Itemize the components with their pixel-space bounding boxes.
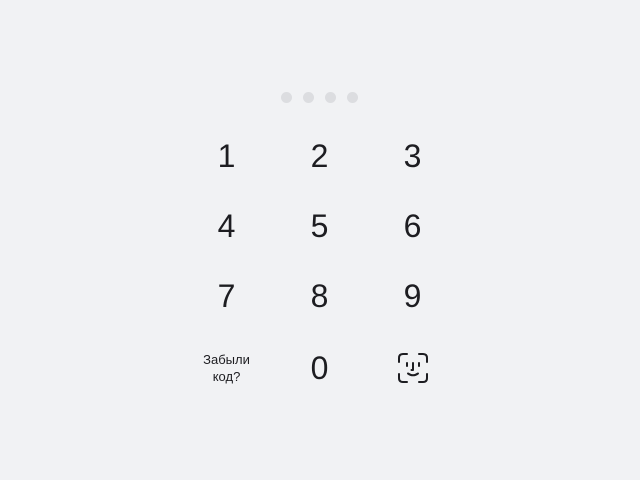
pin-dot — [303, 92, 314, 103]
pin-dot — [325, 92, 336, 103]
key-5[interactable]: 5 — [273, 191, 366, 261]
key-6[interactable]: 6 — [366, 191, 459, 261]
key-3[interactable]: 3 — [366, 121, 459, 191]
pin-dot — [347, 92, 358, 103]
numeric-keypad: 1 2 3 4 5 6 7 8 9 Забыли код? 0 — [180, 121, 460, 405]
key-8[interactable]: 8 — [273, 261, 366, 331]
key-0[interactable]: 0 — [273, 331, 366, 405]
key-2[interactable]: 2 — [273, 121, 366, 191]
pin-dot — [281, 92, 292, 103]
face-id-icon — [397, 353, 428, 383]
key-1[interactable]: 1 — [180, 121, 273, 191]
forgot-code-button[interactable]: Забыли код? — [180, 331, 273, 405]
face-id-button[interactable] — [366, 331, 459, 405]
key-7[interactable]: 7 — [180, 261, 273, 331]
key-4[interactable]: 4 — [180, 191, 273, 261]
pin-indicator — [281, 92, 358, 103]
key-9[interactable]: 9 — [366, 261, 459, 331]
